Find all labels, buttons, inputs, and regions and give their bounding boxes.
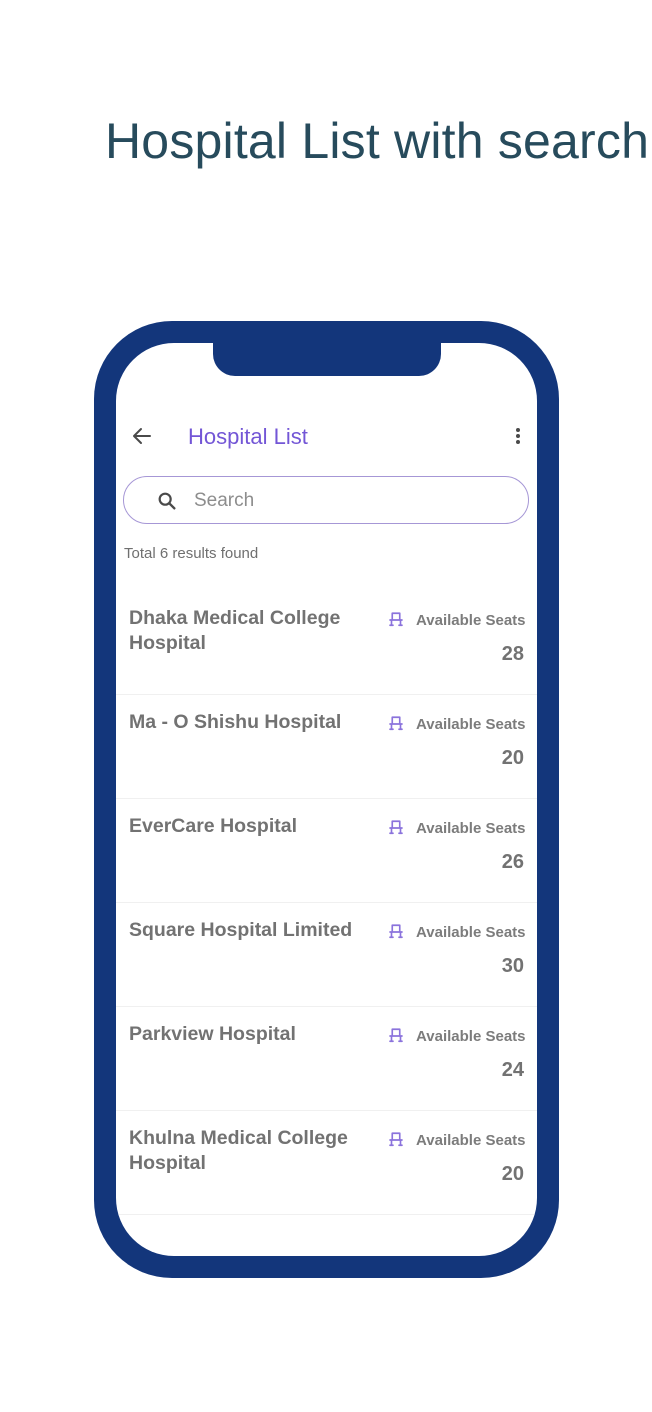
arrow-left-icon[interactable] [130, 424, 154, 448]
search-icon [158, 492, 176, 510]
hospital-name: EverCare Hospital [129, 815, 297, 837]
hospital-name: Ma - O Shishu Hospital [129, 711, 342, 733]
hospital-name: Khulna Medical College Hospital [129, 1127, 348, 1174]
phone-notch [213, 343, 441, 376]
search-input[interactable] [192, 485, 516, 517]
available-seats-count: 24 [501, 1059, 524, 1081]
search-bar[interactable] [123, 476, 529, 524]
available-seats-count: 20 [501, 1163, 524, 1185]
page-headline: Hospital List with search [105, 113, 650, 169]
seat-icon [389, 1132, 403, 1147]
seat-icon [389, 1028, 403, 1043]
seat-icon [389, 716, 403, 731]
available-seats-label: Available Seats [416, 612, 526, 629]
hospital-name: Dhaka Medical College Hospital [129, 607, 341, 654]
available-seats-label: Available Seats [416, 1028, 526, 1045]
hospital-list-item[interactable]: Khulna Medical College Hospital Availabl… [116, 1111, 537, 1215]
available-seats-label: Available Seats [416, 1132, 526, 1149]
app-bar: Hospital List [116, 408, 537, 468]
available-seats-count: 26 [501, 851, 524, 873]
hospital-list-item[interactable]: EverCare Hospital Available Seats 26 [116, 799, 537, 903]
app-title: Hospital List [188, 424, 308, 449]
seat-icon [389, 820, 403, 835]
available-seats-label: Available Seats [416, 716, 526, 733]
seat-icon [389, 924, 403, 939]
available-seats-count: 30 [501, 955, 524, 977]
more-vertical-icon[interactable] [506, 424, 530, 448]
app-content: Hospital List Total 6 results found Dhak… [116, 408, 537, 1215]
phone-screen: Hospital List Total 6 results found Dhak… [116, 343, 537, 1256]
results-count: Total 6 results found [124, 545, 259, 562]
available-seats-label: Available Seats [416, 820, 526, 837]
hospital-list-item[interactable]: Square Hospital Limited Available Seats … [116, 903, 537, 1007]
hospital-list-item[interactable]: Parkview Hospital Available Seats 24 [116, 1007, 537, 1111]
hospital-name: Square Hospital Limited [129, 919, 353, 941]
hospital-list-item[interactable]: Dhaka Medical College Hospital Available… [116, 591, 537, 695]
phone-frame: Hospital List Total 6 results found Dhak… [94, 321, 559, 1278]
available-seats-count: 20 [501, 747, 524, 769]
hospital-list-item[interactable]: Ma - O Shishu Hospital Available Seats 2… [116, 695, 537, 799]
available-seats-label: Available Seats [416, 924, 526, 941]
seat-icon [389, 612, 403, 627]
hospital-name: Parkview Hospital [129, 1023, 296, 1045]
hospital-list: Dhaka Medical College Hospital Available… [116, 591, 537, 1215]
available-seats-count: 28 [501, 643, 524, 665]
